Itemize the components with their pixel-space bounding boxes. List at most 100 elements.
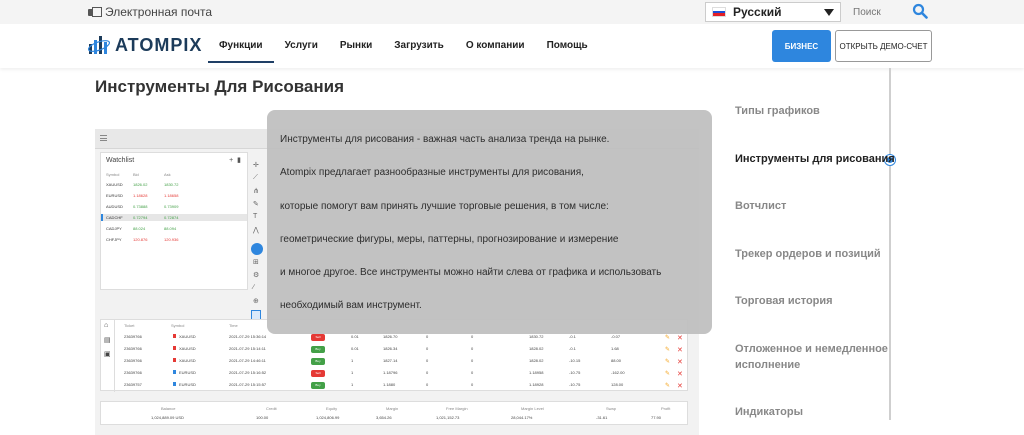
pattern-icon[interactable]: ⋀ (253, 226, 259, 234)
order-pl: 88.00 (611, 358, 622, 363)
active-tool-indicator (251, 243, 263, 255)
order-price: 1826.34 (383, 346, 398, 351)
order-row[interactable]: 23639766 XAUUSD 2021-07-29 14:46:11 1 1827.1… (121, 355, 691, 366)
edit-icon[interactable]: ✎ (665, 370, 670, 377)
edit-icon[interactable]: ✎ (665, 346, 670, 353)
order-row[interactable]: 23639766 XAUUSD 2021-07-29 15:14:11 0.01 182… (121, 343, 691, 354)
bank-icon[interactable]: ⌂ (104, 322, 108, 329)
summary-label: Equity (326, 406, 338, 411)
email-label: Электронная почта (105, 5, 213, 19)
watchlist-symbol: AUDUSD (106, 204, 123, 209)
order-vol: 1 (351, 382, 354, 387)
order-direction-badge: Buy (311, 358, 325, 365)
watchlist-bid: 0.72794 (133, 215, 148, 220)
settings-icon[interactable]: ⚙ (253, 271, 259, 279)
drawing-tools-bar: ✛ ⟋ ⋔ ✎ T ⋀ ⊞ ⚙ ∕ ⊕ (251, 157, 263, 320)
crosshair-icon[interactable]: ✛ (253, 161, 259, 169)
order-symbol: EURUSD (179, 382, 196, 387)
nav-item-help[interactable]: Помощь (536, 24, 599, 64)
order-ticket: 23639766 (124, 334, 142, 339)
search-input[interactable] (853, 4, 909, 20)
nav-item-markets[interactable]: Рынки (329, 24, 383, 64)
order-v2: 0 (471, 370, 474, 375)
watchlist-row[interactable]: XAUUSD 1826.02 1830.72 (101, 181, 247, 188)
trendline-icon[interactable]: ⟋ (253, 174, 258, 182)
fork-icon[interactable]: ⋔ (253, 187, 259, 195)
forecast-icon[interactable]: ⊞ (253, 258, 259, 266)
zoom-icon[interactable]: ⊕ (253, 297, 259, 305)
ruler-icon[interactable]: ∕ (253, 284, 254, 291)
order-vol: 1 (351, 358, 354, 363)
watchlist-row[interactable]: EURUSD 1.18628 1.18658 (101, 192, 247, 199)
watchlist-ask: 1.18658 (164, 193, 179, 198)
document-icon[interactable]: ▤ (104, 336, 111, 344)
top-utility-bar: Электронная почта Русский (0, 0, 1024, 24)
nav-item-about[interactable]: О компании (455, 24, 536, 64)
watchlist-bid: 1826.02 (133, 182, 148, 187)
section-drawing-tools[interactable]: Инструменты для рисования (735, 153, 895, 165)
nav-item-services[interactable]: Услуги (274, 24, 329, 64)
order-v2: 0 (471, 358, 474, 363)
section-pending-execution[interactable]: Отложенное и немедленное (735, 343, 888, 355)
section-order-tracker[interactable]: Трекер ордеров и позиций (735, 248, 881, 260)
watchlist-col-ask: Ask (164, 172, 171, 177)
text-tool-icon[interactable]: T (253, 213, 257, 220)
close-icon[interactable]: ✕ (677, 358, 683, 366)
watchlist-row[interactable]: AUDUSD 0.73888 0.73909 (101, 203, 247, 210)
summary-value: 3,654.26 (376, 415, 392, 420)
nav-menu: Функции Услуги Рынки Загрузить О компани… (208, 24, 599, 64)
order-ticket: 23639766 (124, 370, 142, 375)
order-symbol: EURUSD (179, 370, 196, 375)
watchlist-row[interactable]: CADCHF 0.72794 0.72874 (101, 214, 247, 221)
business-button[interactable]: БИЗНЕС (772, 30, 831, 62)
order-time: 2021-07-29 15:15:57 (229, 382, 267, 387)
section-trade-history[interactable]: Торговая история (735, 295, 833, 307)
close-icon[interactable]: ✕ (677, 334, 683, 342)
add-icon: + (229, 157, 234, 164)
edit-icon[interactable]: ✎ (665, 334, 670, 341)
order-cur: 1.18958 (529, 370, 544, 375)
order-v1: 0 (426, 358, 429, 363)
watchlist-row[interactable]: CHFJPY 120.876 120.936 (101, 236, 247, 243)
order-v1: 0 (426, 346, 429, 351)
language-select[interactable]: Русский (705, 2, 841, 22)
summary-label: Balance (161, 406, 176, 411)
watchlist-bid: 120.876 (133, 237, 148, 242)
section-chart-types[interactable]: Типы графиков (735, 105, 820, 117)
brush-icon[interactable]: ✎ (253, 200, 259, 208)
email-link[interactable]: Электронная почта (88, 5, 212, 19)
edit-icon[interactable]: ✎ (665, 382, 670, 389)
order-row[interactable]: 23639766 EURUSD 2021-07-29 15:16:52 1 1.1879… (121, 367, 691, 378)
summary-label: Credit (266, 406, 277, 411)
open-demo-account-button[interactable]: ОТКРЫТЬ ДЕМО-СЧЕТ (835, 30, 932, 62)
nav-item-download[interactable]: Загрузить (383, 24, 455, 64)
section-pending-execution-line2[interactable]: исполнение (735, 359, 800, 371)
section-indicators[interactable]: Индикаторы (735, 406, 803, 418)
summary-value: 77.90 (651, 415, 662, 420)
chevron-down-icon (824, 9, 834, 16)
close-icon[interactable]: ✕ (677, 382, 683, 390)
watchlist-symbol: CADCHF (106, 215, 123, 220)
order-ticket: 23639766 (124, 358, 142, 363)
watchlist-col-bid: Bid (133, 172, 139, 177)
history-icon[interactable]: ▣ (104, 350, 111, 358)
order-row[interactable]: 23639757 EURUSD 2021-07-29 15:15:57 1 1.1880… (121, 379, 691, 390)
russia-flag-icon (712, 7, 726, 17)
watchlist-row[interactable]: CADJPY 88.024 88.094 (101, 225, 247, 232)
watchlist-bid: 0.73888 (133, 204, 148, 209)
watchlist-ask: 1830.72 (164, 182, 179, 187)
search-icon[interactable] (912, 3, 928, 19)
close-icon[interactable]: ✕ (677, 370, 683, 378)
order-cur: 1828.02 (529, 358, 544, 363)
order-symbol: XAUUSD (179, 334, 196, 339)
edit-icon[interactable]: ✎ (665, 358, 670, 365)
nav-item-functions[interactable]: Функции (208, 24, 274, 63)
watchlist-symbol: EURUSD (106, 193, 123, 198)
logo[interactable]: ATOMPIX (87, 34, 202, 56)
summary-label: Margin Level (521, 406, 544, 411)
order-pl: 128.00 (611, 382, 624, 387)
close-icon[interactable]: ✕ (677, 346, 683, 354)
section-watchlist[interactable]: Вотчлист (735, 200, 786, 212)
order-direction-badge: Sell (311, 334, 325, 341)
order-time: 2021-07-29 14:46:11 (229, 358, 266, 363)
